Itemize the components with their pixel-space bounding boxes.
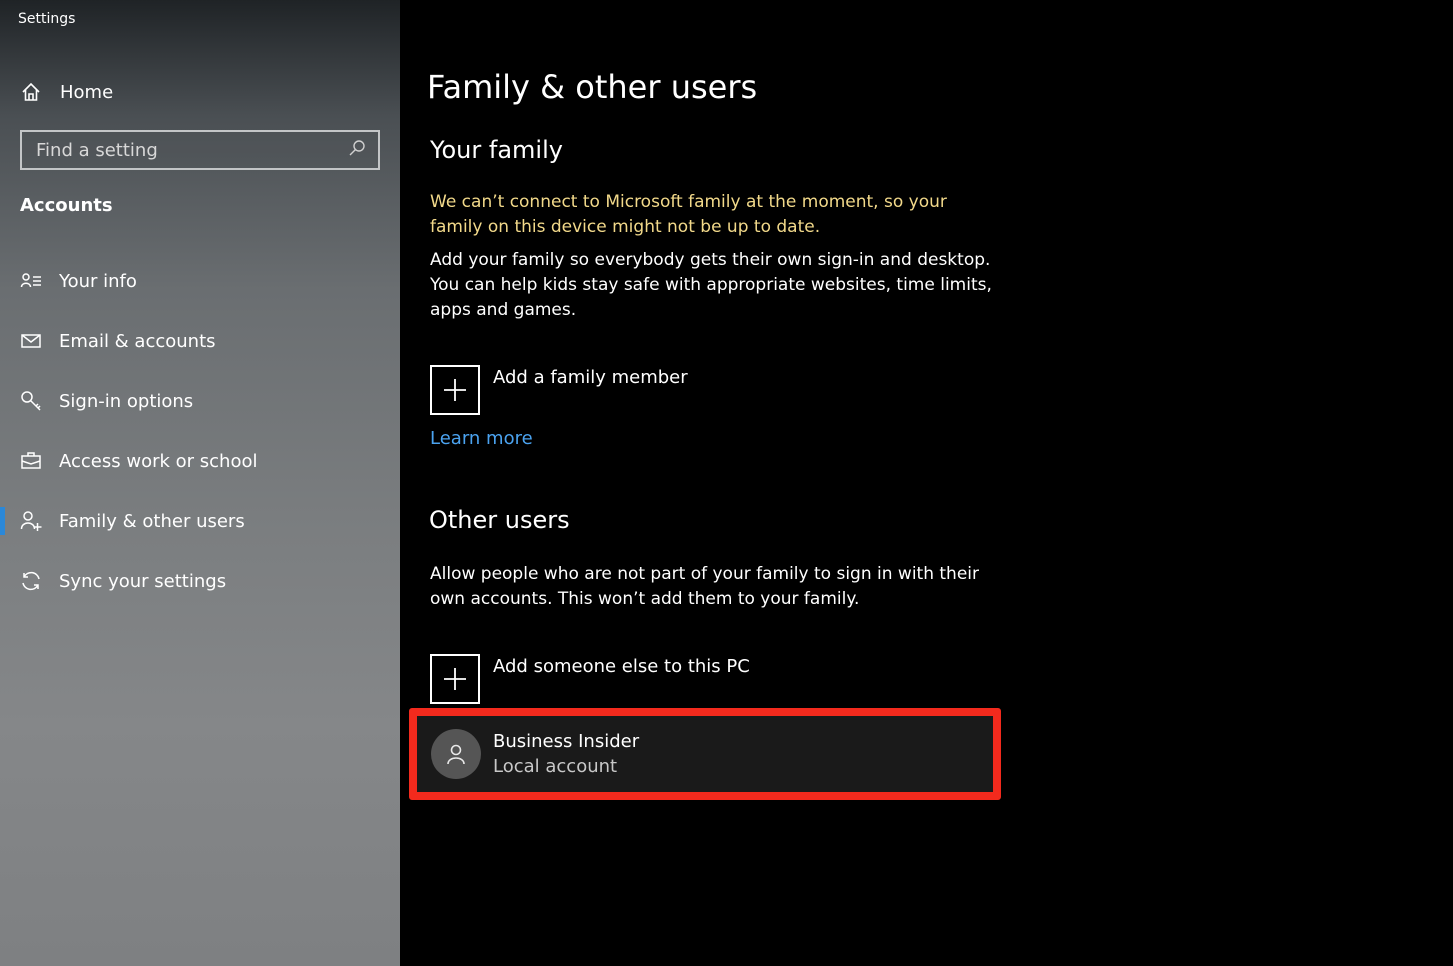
- app-title: Settings: [18, 11, 76, 27]
- plus-icon: [430, 365, 480, 415]
- search-input[interactable]: [36, 139, 348, 161]
- other-users-description: Allow people who are not part of your fa…: [430, 564, 979, 609]
- sidebar-item-access-work-school[interactable]: Access work or school: [0, 441, 400, 481]
- sidebar-item-sign-in-options[interactable]: Sign-in options: [0, 381, 400, 421]
- user-text: Business Insider Local account: [493, 729, 639, 779]
- search-box: [20, 130, 380, 170]
- mail-icon: [20, 330, 42, 352]
- add-someone-else-label: Add someone else to this PC: [493, 656, 750, 677]
- sidebar-item-label: Sync your settings: [59, 570, 227, 592]
- sidebar-item-your-info[interactable]: Your info: [0, 261, 400, 301]
- add-family-member-label: Add a family member: [493, 367, 688, 388]
- sidebar-item-email-accounts[interactable]: Email & accounts: [0, 321, 400, 361]
- sidebar-item-label: Family & other users: [59, 510, 245, 532]
- other-users-heading: Other users: [429, 506, 570, 534]
- sidebar-home-label: Home: [60, 81, 114, 103]
- main-content: Family & other users Your family We can’…: [400, 0, 1453, 966]
- user-account-type: Local account: [493, 756, 618, 777]
- sidebar-item-family-other-users[interactable]: Family & other users: [0, 501, 400, 541]
- key-icon: [20, 390, 42, 412]
- add-someone-else-button[interactable]: Add someone else to this PC: [430, 654, 750, 704]
- user-avatar-icon: [431, 729, 481, 779]
- plus-icon: [430, 654, 480, 704]
- sync-icon: [20, 570, 42, 592]
- sidebar-item-label: Your info: [59, 270, 137, 292]
- learn-more-link[interactable]: Learn more: [430, 428, 533, 449]
- family-description: Add your family so everybody gets their …: [430, 250, 992, 320]
- user-account-item[interactable]: Business Insider Local account: [409, 708, 1001, 800]
- person-list-icon: [20, 270, 42, 292]
- sidebar-section-label: Accounts: [20, 195, 113, 216]
- add-person-icon: [20, 510, 42, 532]
- sidebar-item-label: Sign-in options: [59, 390, 194, 412]
- sidebar-item-label: Access work or school: [59, 450, 258, 472]
- sidebar-home[interactable]: Home: [20, 78, 113, 106]
- home-icon: [20, 81, 42, 103]
- sidebar-item-label: Email & accounts: [59, 330, 216, 352]
- sidebar-item-sync-settings[interactable]: Sync your settings: [0, 561, 400, 601]
- briefcase-icon: [20, 450, 42, 472]
- page-title: Family & other users: [427, 68, 758, 106]
- user-name: Business Insider: [493, 731, 640, 752]
- your-family-heading: Your family: [430, 136, 563, 164]
- sidebar: Settings Home Accounts Your info: [0, 0, 400, 966]
- search-icon[interactable]: [348, 139, 366, 161]
- add-family-member-button[interactable]: Add a family member: [430, 365, 688, 415]
- family-warning-text: We can’t connect to Microsoft family at …: [430, 192, 947, 237]
